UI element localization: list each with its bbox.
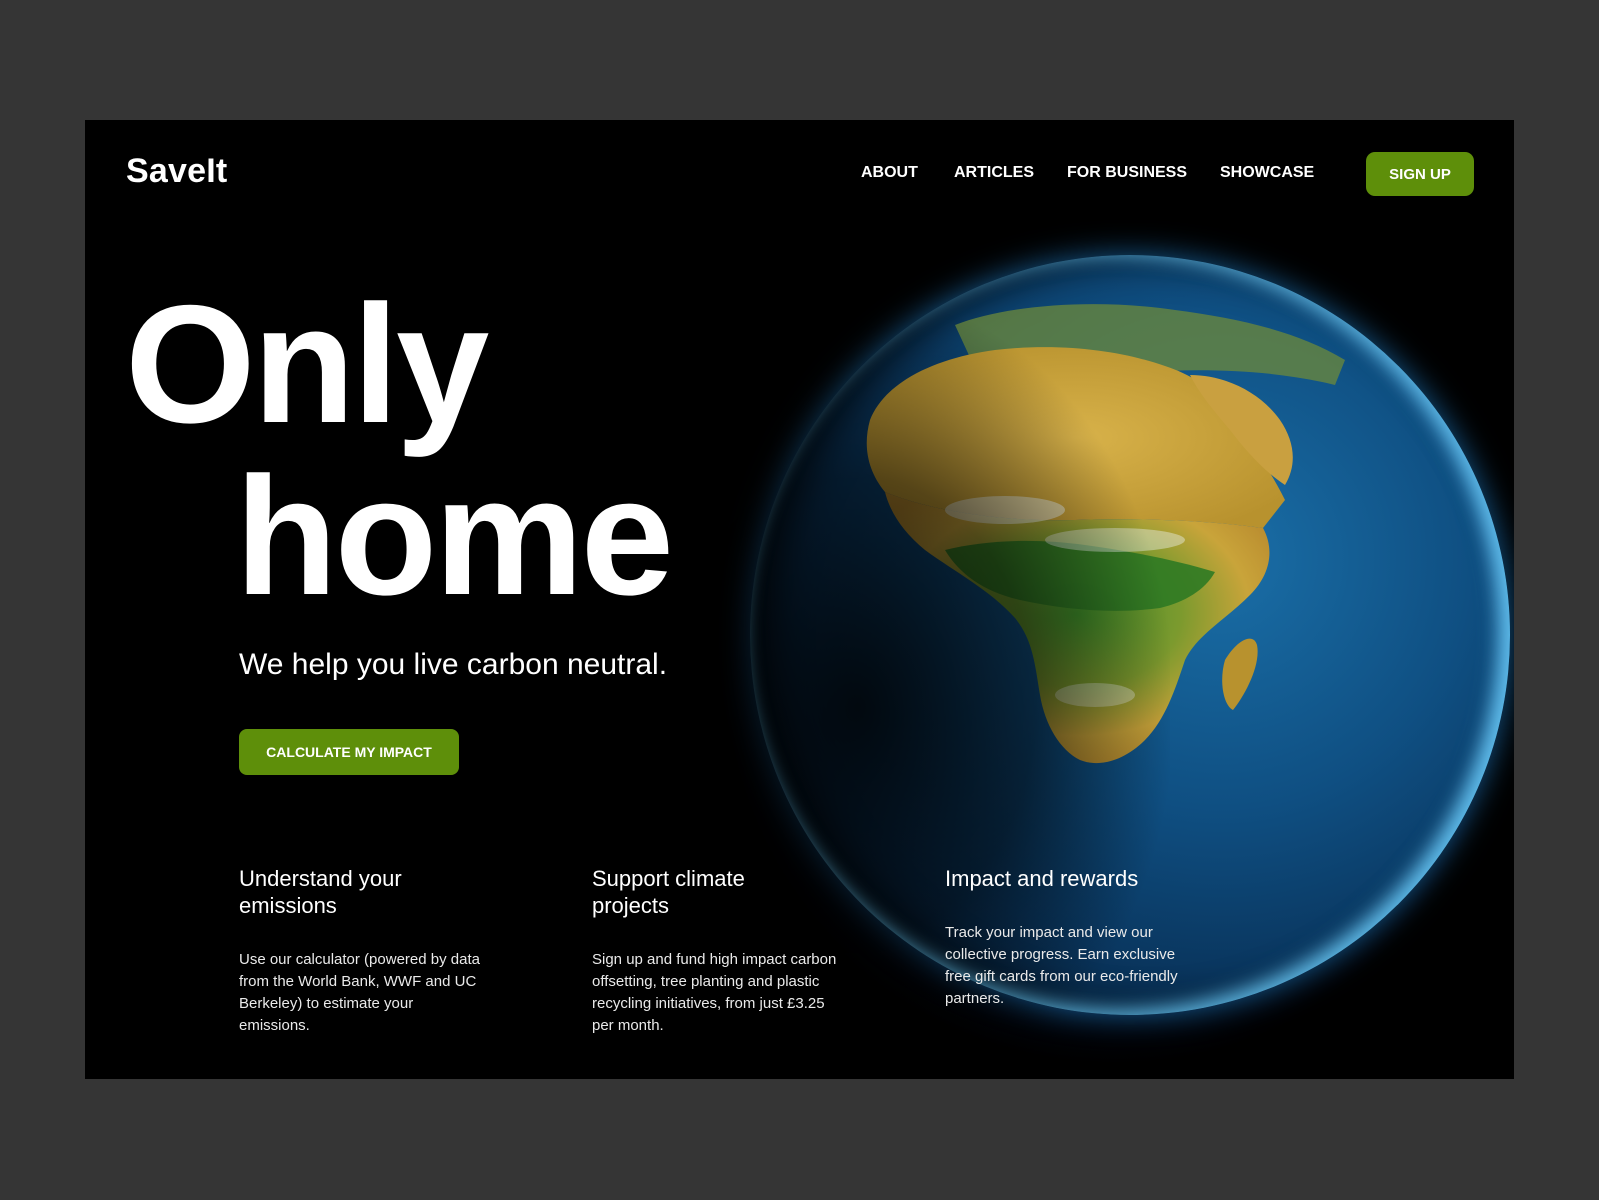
feature-understand-emissions: Understand your emissions Use our calcul…: [239, 865, 489, 1037]
sign-up-button[interactable]: SIGN UP: [1366, 152, 1474, 196]
nav-item-for-business[interactable]: FOR BUSINESS: [1067, 164, 1187, 182]
nav-item-articles[interactable]: ARTICLES: [954, 164, 1034, 182]
landing-page: SaveIt ABOUT ARTICLES FOR BUSINESS SHOWC…: [85, 120, 1514, 1079]
feature-impact-rewards: Impact and rewards Track your impact and…: [945, 865, 1195, 1010]
brand-logo[interactable]: SaveIt: [126, 152, 227, 191]
nav-item-showcase[interactable]: SHOWCASE: [1220, 164, 1314, 182]
nav-item-about[interactable]: ABOUT: [861, 164, 918, 182]
feature-body: Use our calculator (powered by data from…: [239, 951, 480, 1034]
calculate-impact-button[interactable]: CALCULATE MY IMPACT: [239, 729, 459, 775]
hero-tagline: We help you live carbon neutral.: [239, 648, 668, 681]
hero-title: Only home: [125, 270, 674, 630]
feature-title: Impact and rewards: [945, 866, 1139, 891]
hero-title-line-2: home: [235, 442, 674, 630]
feature-support-climate-projects: Support climate projects Sign up and fun…: [592, 865, 842, 1037]
feature-title: Understand your emissions: [239, 866, 402, 918]
feature-body: Track your impact and view our collectiv…: [945, 924, 1178, 1007]
hero-title-line-1: Only: [125, 270, 489, 458]
feature-body: Sign up and fund high impact carbon offs…: [592, 951, 837, 1034]
feature-title: Support climate projects: [592, 866, 745, 918]
